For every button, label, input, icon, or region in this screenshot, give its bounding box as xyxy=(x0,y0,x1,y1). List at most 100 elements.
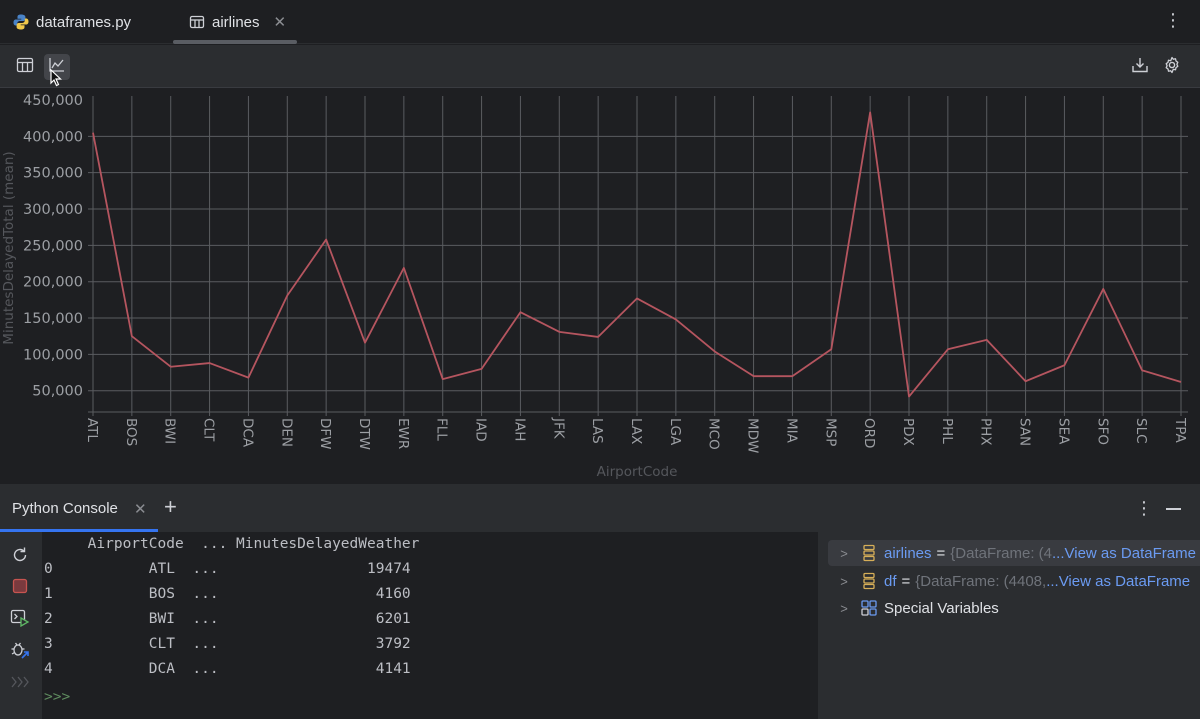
data-point-SLC[interactable] xyxy=(1138,366,1146,374)
x-tick-label: SFO xyxy=(1094,418,1110,445)
x-tick-label: DFW xyxy=(317,418,333,450)
x-tick-label: TPA xyxy=(1172,417,1188,444)
x-tick-label: JFK xyxy=(550,417,566,440)
tab-dataframes-py[interactable]: dataframes.py xyxy=(12,0,131,44)
chevron-right-icon[interactable]: > xyxy=(834,601,854,616)
data-point-TPA[interactable] xyxy=(1177,378,1185,386)
dataframe-header-row: AirportCode ... MinutesDelayedWeather xyxy=(44,536,420,552)
stop-icon[interactable] xyxy=(9,575,31,597)
rerun-icon[interactable] xyxy=(9,544,31,566)
add-console-icon[interactable]: + xyxy=(164,494,177,520)
settings-button[interactable] xyxy=(1159,54,1185,80)
data-point-MIA[interactable] xyxy=(788,372,796,380)
console-prompt[interactable]: >>> xyxy=(44,689,70,705)
data-point-DFW[interactable] xyxy=(322,236,330,244)
data-point-ATL[interactable] xyxy=(89,129,97,137)
minimize-icon[interactable] xyxy=(1166,508,1181,510)
chevron-right-icon[interactable]: > xyxy=(834,574,854,589)
data-point-SEA[interactable] xyxy=(1060,361,1068,369)
variable-name: df xyxy=(884,572,897,590)
x-tick-label: DTW xyxy=(356,418,372,450)
y-tick-label: 150,000 xyxy=(23,311,83,327)
dataframe-icon xyxy=(860,572,878,590)
variable-df[interactable]: > df = {DataFrame: (4408, ...View as Dat… xyxy=(828,568,1200,594)
more-options-icon[interactable]: ⋮ xyxy=(1164,11,1182,29)
table-view-icon xyxy=(16,56,34,79)
y-tick-label: 250,000 xyxy=(23,238,83,254)
y-tick-label: 400,000 xyxy=(23,129,83,145)
x-tick-label: SAN xyxy=(1017,418,1033,446)
data-point-LAS[interactable] xyxy=(594,333,602,341)
variable-airlines[interactable]: > airlines = {DataFrame: (4 ...View as D… xyxy=(828,540,1200,566)
y-tick-label: 450,000 xyxy=(23,93,83,109)
close-icon[interactable]: ✕ xyxy=(134,500,147,518)
x-axis-label: AirportCode xyxy=(597,464,678,480)
data-point-ORD[interactable] xyxy=(866,108,874,116)
data-point-MCO[interactable] xyxy=(711,347,719,355)
x-tick-label: BWI xyxy=(162,418,178,444)
y-tick-label: 300,000 xyxy=(23,202,83,218)
console-gutter xyxy=(0,532,42,719)
x-tick-label: ATL xyxy=(84,418,100,442)
data-point-EWR[interactable] xyxy=(400,264,408,272)
data-point-SFO[interactable] xyxy=(1099,285,1107,293)
dataframe-row: 0 ATL ... 19474 xyxy=(44,561,411,577)
x-tick-label: LGA xyxy=(667,418,683,446)
data-point-LAX[interactable] xyxy=(633,294,641,302)
data-point-MDW[interactable] xyxy=(750,372,758,380)
download-icon xyxy=(1131,56,1149,79)
console-header: Python Console ✕ + ⋮ xyxy=(0,486,1200,532)
special-variables[interactable]: > Special Variables xyxy=(828,595,1200,621)
data-point-IAD[interactable] xyxy=(478,365,486,373)
debug-icon[interactable] xyxy=(9,639,31,661)
data-point-LGA[interactable] xyxy=(672,315,680,323)
data-point-CLT[interactable] xyxy=(206,359,214,367)
line-chart: 50,000 100,000 150,000 200,000 250,000 300,00… xyxy=(1,93,1188,480)
data-point-PHX[interactable] xyxy=(983,336,991,344)
data-point-BOS[interactable] xyxy=(128,332,136,340)
data-point-JFK[interactable] xyxy=(555,328,563,336)
y-tick-labels: 50,000 100,000 150,000 200,000 250,000 300,00… xyxy=(23,93,83,400)
x-tick-label: BOS xyxy=(123,418,139,446)
console-output[interactable]: AirportCode ... MinutesDelayedWeather 0 … xyxy=(42,532,810,719)
y-tick-label: 50,000 xyxy=(32,384,83,400)
dataframe-row: 4 DCA ... 4141 xyxy=(44,661,411,677)
tab-python-console[interactable]: Python Console xyxy=(12,500,118,517)
tab-label: dataframes.py xyxy=(36,13,132,31)
tab-airlines[interactable]: airlines ✕ xyxy=(188,0,286,44)
x-tick-label: MSP xyxy=(822,418,838,446)
view-as-dataframe-link[interactable]: ...View as DataFrame xyxy=(1046,573,1190,590)
data-point-PDX[interactable] xyxy=(905,393,913,401)
variable-name: Special Variables xyxy=(884,599,999,617)
data-point-DTW[interactable] xyxy=(361,339,369,347)
download-button[interactable] xyxy=(1127,54,1153,80)
variable-equals: = xyxy=(936,544,946,562)
data-point-IAH[interactable] xyxy=(516,308,524,316)
table-view-button[interactable] xyxy=(12,54,38,80)
data-point-DEN[interactable] xyxy=(283,291,291,299)
data-point-SAN[interactable] xyxy=(1022,377,1030,385)
x-tick-label: PDX xyxy=(900,418,916,446)
close-icon[interactable]: ✕ xyxy=(274,13,287,31)
x-tick-label: IAD xyxy=(473,418,489,442)
data-point-MSP[interactable] xyxy=(827,345,835,353)
data-point-PHL[interactable] xyxy=(944,345,952,353)
x-tick-label: MCO xyxy=(706,418,722,450)
data-point-BWI[interactable] xyxy=(167,363,175,371)
data-point-DCA[interactable] xyxy=(244,374,252,382)
x-tick-label: EWR xyxy=(395,418,411,449)
console-run-icon[interactable] xyxy=(9,607,31,629)
x-tick-label: CLT xyxy=(201,418,217,442)
variable-description: {DataFrame: (4 xyxy=(950,544,1053,562)
more-options-icon[interactable]: ⋮ xyxy=(1135,498,1153,519)
variable-name: airlines xyxy=(884,544,932,562)
chevron-right-icon[interactable]: > xyxy=(834,546,854,561)
variables-panel: > airlines = {DataFrame: (4 ...View as D… xyxy=(810,532,1200,719)
tab-label: airlines xyxy=(212,13,260,31)
y-tick-label: 200,000 xyxy=(23,275,83,291)
dataframe-row: 2 BWI ... 6201 xyxy=(44,611,411,627)
view-as-dataframe-link[interactable]: ...View as DataFrame xyxy=(1052,545,1196,562)
data-point-FLL[interactable] xyxy=(439,375,447,383)
dataframe-toolbar xyxy=(0,45,1200,88)
expand-more-icon[interactable] xyxy=(9,671,31,693)
